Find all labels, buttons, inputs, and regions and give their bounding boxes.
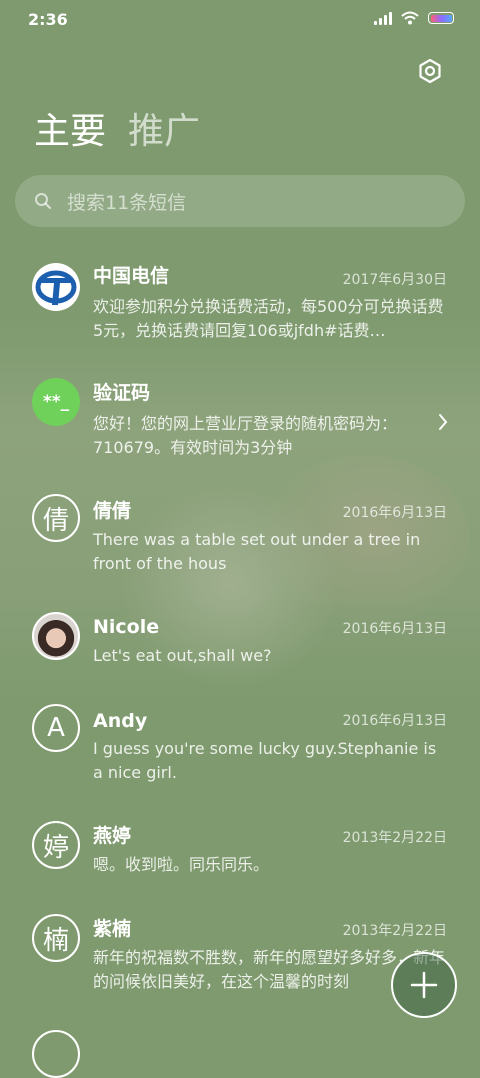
message-date: 2016年6月13日 — [342, 505, 447, 521]
message-date: 2017年6月30日 — [342, 272, 447, 288]
contact-name: Nicole — [93, 616, 160, 638]
china-telecom-logo-icon — [32, 263, 80, 311]
gear-icon — [419, 58, 441, 84]
contact-name: 倩倩 — [93, 500, 132, 522]
message-date: 2013年2月22日 — [342, 830, 447, 846]
tab-promotions[interactable]: 推广 — [128, 108, 200, 156]
contact-name: 验证码 — [93, 382, 151, 404]
status-bar: 2:36 — [0, 0, 480, 40]
contact-name: Andy — [93, 710, 148, 732]
contact-avatar: 婷 — [32, 821, 80, 869]
conversation-item[interactable]: 倩 倩倩 2016年6月13日 There was a table set ou… — [0, 490, 480, 600]
tab-primary[interactable]: 主要 — [34, 108, 106, 156]
conversation-item[interactable]: 中国电信 2017年6月30日 欢迎参加积分兑换话费活动，每500分可兑换话费5… — [0, 255, 480, 365]
status-time: 2:36 — [28, 10, 68, 29]
plus-icon — [410, 971, 438, 999]
wifi-icon — [401, 11, 419, 25]
search-icon — [33, 191, 53, 211]
contact-avatar — [32, 1030, 80, 1078]
conversation-item[interactable]: A Andy 2016年6月13日 I guess you're some lu… — [0, 700, 480, 810]
contact-name: 燕婷 — [93, 825, 132, 847]
message-date: 2013年2月22日 — [342, 923, 447, 939]
message-preview: 欢迎参加积分兑换话费活动，每500分可兑换话费5元，兑换话费请回复106或jfd… — [93, 297, 444, 340]
contact-avatar: 倩 — [32, 494, 80, 542]
status-icons — [374, 11, 454, 25]
new-message-button[interactable] — [391, 952, 457, 1018]
signal-icon — [374, 11, 392, 25]
chevron-right-icon[interactable] — [436, 412, 450, 432]
contact-name: 紫楠 — [93, 918, 132, 940]
message-date: 2016年6月13日 — [342, 621, 447, 637]
verification-code-avatar: **_ — [32, 378, 80, 426]
search-placeholder: 搜索11条短信 — [67, 191, 187, 214]
battery-icon — [428, 12, 454, 24]
message-preview: I guess you're some lucky guy.Stephanie … — [93, 739, 437, 782]
contact-name: 中国电信 — [93, 265, 170, 287]
message-preview: 嗯。收到啦。同乐同乐。 — [93, 855, 270, 874]
contact-avatar: 楠 — [32, 914, 80, 962]
message-preview: Let's eat out,shall we? — [93, 646, 272, 665]
message-date: 2016年6月13日 — [342, 713, 447, 729]
search-input[interactable]: 搜索11条短信 — [15, 175, 465, 227]
message-preview: 您好！您的网上营业厅登录的随机密码为：710679。有效时间为3分钟 — [93, 414, 398, 457]
conversation-item[interactable]: **_ 验证码 您好！您的网上营业厅登录的随机密码为：710679。有效时间为3… — [0, 372, 480, 482]
tab-bar: 主要 推广 — [34, 108, 200, 156]
conversation-item-partial[interactable] — [0, 1022, 480, 1078]
photo-avatar — [32, 612, 80, 660]
contact-avatar: A — [32, 704, 80, 752]
message-preview: There was a table set out under a tree i… — [93, 530, 421, 573]
settings-button[interactable] — [414, 55, 446, 87]
